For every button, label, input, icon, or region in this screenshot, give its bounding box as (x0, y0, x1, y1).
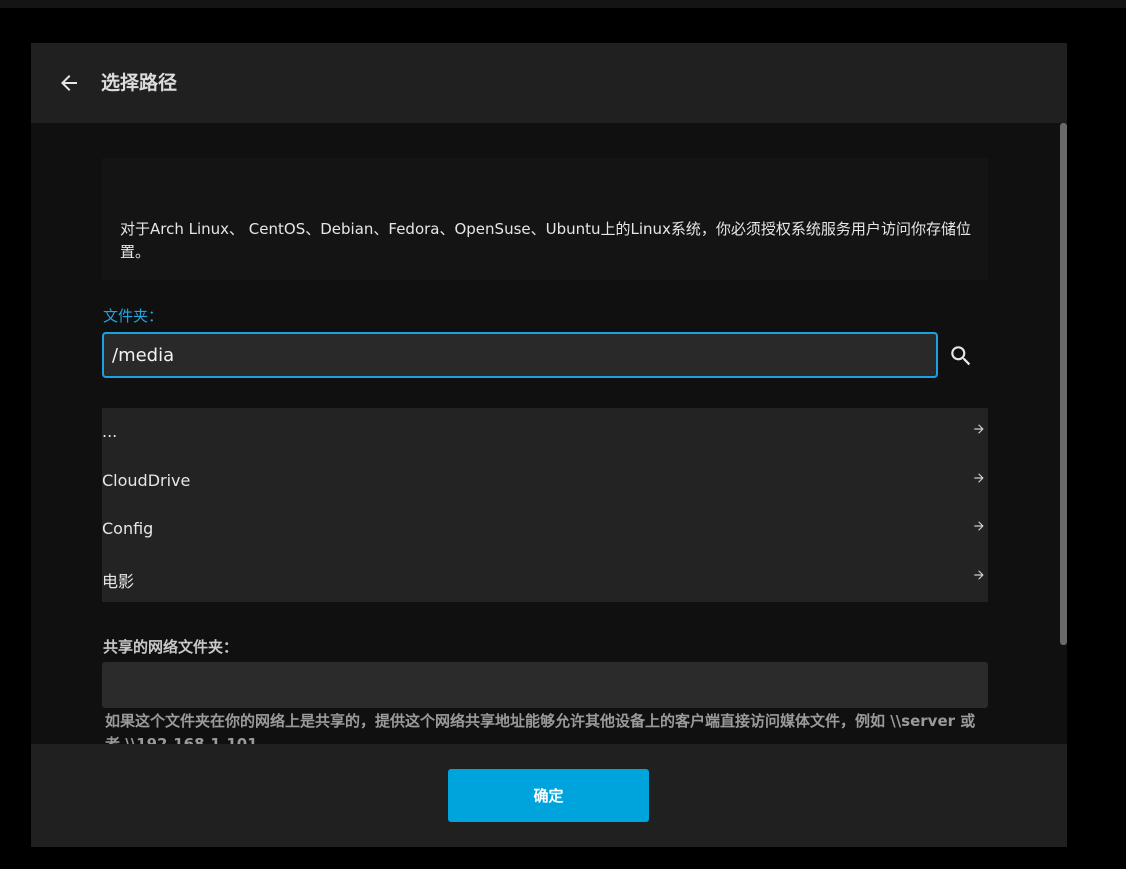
directory-item-parent[interactable]: ... (102, 408, 988, 457)
network-share-input[interactable] (102, 662, 988, 708)
window-top-strip (0, 0, 1126, 8)
directory-item-label: ... (102, 422, 118, 441)
info-text: 对于Arch Linux、 CentOS、Debian、Fedora、OpenS… (120, 220, 971, 261)
scrollbar-thumb[interactable] (1060, 123, 1067, 645)
arrow-right-icon (974, 472, 984, 483)
dialog-header: 选择路径 (31, 43, 1067, 123)
content-scrollbar[interactable] (1060, 123, 1067, 744)
network-share-help-text: 如果这个文件夹在你的网络上是共享的，提供这个网络共享地址能够允许其他设备上的客户… (105, 712, 976, 744)
dialog-footer: 确定 (31, 744, 1067, 847)
dialog-title: 选择路径 (101, 72, 178, 94)
directory-item-config[interactable]: Config (102, 505, 988, 554)
dialog-content[interactable]: 对于Arch Linux、 CentOS、Debian、Fedora、OpenS… (31, 123, 1067, 744)
search-button[interactable] (943, 338, 979, 374)
arrow-right-icon (974, 569, 984, 580)
directory-item-movies[interactable]: 电影 (102, 554, 988, 603)
directory-item-label: CloudDrive (102, 470, 191, 490)
directory-list: ... CloudDrive Config 电影 (102, 408, 988, 602)
folder-label: 文件夹： (103, 307, 164, 325)
arrow-right-icon (974, 424, 984, 434)
folder-path-input[interactable] (102, 332, 938, 378)
directory-item-label: Config (102, 519, 154, 538)
back-button[interactable] (51, 65, 87, 101)
network-share-label: 共享的网络文件夹： (103, 638, 239, 656)
info-box: 对于Arch Linux、 CentOS、Debian、Fedora、OpenS… (102, 158, 988, 280)
directory-item-label: 电影 (102, 571, 135, 591)
arrow-right-icon (974, 521, 984, 531)
search-icon (951, 346, 971, 366)
directory-item-clouddrive[interactable]: CloudDrive (102, 457, 988, 506)
confirm-button[interactable]: 确定 (448, 769, 649, 822)
select-path-dialog: 选择路径 对于Arch Linux、 CentOS、Debian、Fedora、… (31, 43, 1067, 847)
arrow-left-icon (61, 75, 77, 91)
